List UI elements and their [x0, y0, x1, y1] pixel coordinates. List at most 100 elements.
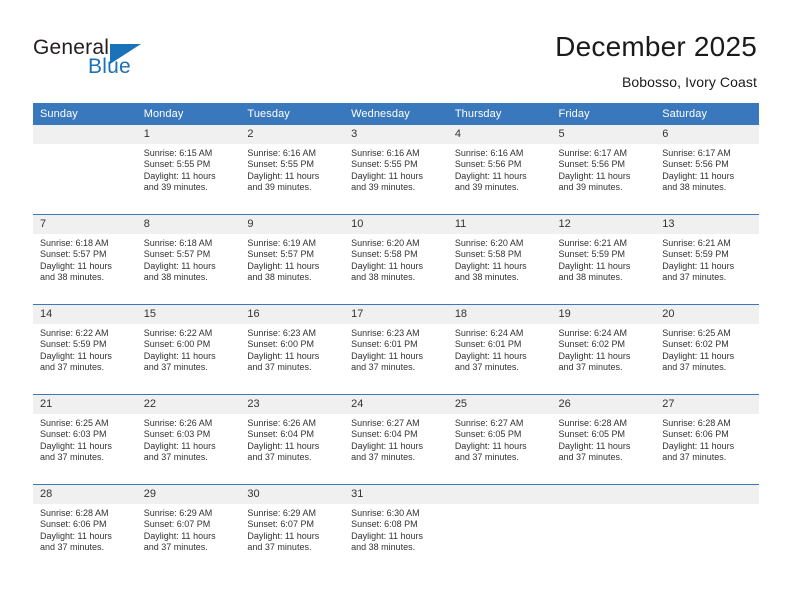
calendar-day-cell[interactable]: 12 Sunrise: 6:21 AM Sunset: 5:59 PM Dayligh…: [551, 214, 656, 305]
calendar-day-cell[interactable]: 20 Sunrise: 6:25 AM Sunset: 6:02 PM Dayligh…: [655, 304, 759, 395]
calendar-day-cell[interactable]: 18 Sunrise: 6:24 AM Sunset: 6:01 PM Dayligh…: [447, 304, 552, 395]
day-detail-line: Sunrise: 6:23 AM: [351, 328, 420, 338]
calendar-week-row: 21 Sunrise: 6:25 AM Sunset: 6:03 PM Dayligh…: [33, 394, 759, 485]
day-number: 11: [447, 215, 552, 234]
calendar-day-cell[interactable]: 22 Sunrise: 6:26 AM Sunset: 6:03 PM Dayligh…: [136, 394, 241, 485]
day-detail-line: and 37 minutes.: [247, 452, 312, 463]
general-blue-logo[interactable]: General Blue: [33, 36, 183, 84]
day-details: Sunrise: 6:27 AM Sunset: 6:04 PM Daylight:…: [344, 414, 448, 464]
day-detail-line: Sunset: 6:05 PM: [454, 429, 522, 440]
calendar-day-cell[interactable]: 16 Sunrise: 6:23 AM Sunset: 6:00 PM Dayligh…: [240, 304, 345, 395]
day-detail-line: Daylight: 11 hours: [143, 170, 216, 181]
day-number: 19: [551, 305, 656, 324]
day-number: [551, 485, 656, 504]
day-details: Sunrise: 6:20 AM Sunset: 5:58 PM Daylight:…: [344, 234, 448, 284]
day-detail-line: Sunrise: 6:22 AM: [143, 328, 213, 338]
page-title: December 2025: [555, 31, 757, 62]
day-detail-line: and 37 minutes.: [351, 452, 416, 463]
calendar-day-cell[interactable]: 26 Sunrise: 6:28 AM Sunset: 6:05 PM Dayligh…: [551, 394, 656, 485]
day-detail-line: and 37 minutes.: [662, 362, 727, 373]
day-details: Sunrise: 6:23 AM Sunset: 6:00 PM Daylight:…: [240, 324, 344, 374]
day-detail-line: Daylight: 11 hours: [40, 350, 112, 361]
day-detail-line: and 39 minutes.: [558, 182, 623, 193]
day-detail-line: Sunset: 6:05 PM: [558, 429, 626, 440]
weekday-header-tuesday: Tuesday: [240, 103, 345, 125]
day-detail-line: Daylight: 11 hours: [662, 440, 735, 451]
day-number: [33, 125, 137, 144]
calendar-day-cell[interactable]: 13 Sunrise: 6:21 AM Sunset: 5:59 PM Dayligh…: [655, 214, 759, 305]
day-detail-line: and 38 minutes.: [351, 542, 416, 553]
page-subtitle: Bobosso, Ivory Coast: [621, 74, 757, 90]
day-detail-line: Sunrise: 6:21 AM: [662, 238, 731, 248]
day-detail-line: Sunset: 5:59 PM: [662, 249, 729, 260]
calendar-day-cell[interactable]: 4 Sunrise: 6:16 AM Sunset: 5:56 PM Daylight…: [447, 125, 552, 215]
day-detail-line: Daylight: 11 hours: [247, 260, 320, 271]
day-detail-line: Sunset: 5:55 PM: [143, 159, 211, 170]
day-number: [655, 485, 759, 504]
calendar-day-cell[interactable]: 1 Sunrise: 6:15 AM Sunset: 5:55 PM Daylight…: [136, 125, 241, 215]
weekday-header-friday: Friday: [551, 103, 656, 125]
day-detail-line: and 37 minutes.: [40, 452, 105, 463]
calendar-day-cell[interactable]: 23 Sunrise: 6:26 AM Sunset: 6:04 PM Dayligh…: [240, 394, 345, 485]
calendar-day-cell[interactable]: 7 Sunrise: 6:18 AM Sunset: 5:57 PM Daylight…: [33, 214, 137, 305]
day-detail-line: Daylight: 11 hours: [143, 530, 216, 541]
day-details: Sunrise: 6:18 AM Sunset: 5:57 PM Daylight:…: [33, 234, 137, 284]
calendar-day-cell[interactable]: 28 Sunrise: 6:28 AM Sunset: 6:06 PM Dayligh…: [33, 484, 137, 574]
day-details: Sunrise: 6:24 AM Sunset: 6:02 PM Daylight:…: [552, 324, 656, 374]
day-details: Sunrise: 6:25 AM Sunset: 6:02 PM Daylight:…: [655, 324, 759, 374]
day-number: 2: [240, 125, 345, 144]
day-detail-line: Sunrise: 6:25 AM: [40, 418, 109, 428]
day-detail-line: Sunset: 6:06 PM: [662, 429, 729, 440]
day-details: Sunrise: 6:29 AM Sunset: 6:07 PM Daylight:…: [240, 504, 344, 554]
calendar-day-cell[interactable]: 2 Sunrise: 6:16 AM Sunset: 5:55 PM Daylight…: [240, 125, 345, 215]
day-detail-line: and 38 minutes.: [40, 272, 105, 283]
calendar-day-cell[interactable]: 19 Sunrise: 6:24 AM Sunset: 6:02 PM Dayligh…: [551, 304, 656, 395]
day-detail-line: Sunrise: 6:27 AM: [351, 418, 420, 428]
calendar-day-cell[interactable]: 21 Sunrise: 6:25 AM Sunset: 6:03 PM Dayligh…: [33, 394, 137, 485]
day-detail-line: Sunrise: 6:28 AM: [40, 508, 109, 518]
day-number: 23: [240, 395, 345, 414]
day-detail-line: Sunset: 6:08 PM: [351, 519, 418, 530]
day-number: 22: [136, 395, 241, 414]
weekday-header-saturday: Saturday: [655, 103, 759, 125]
day-details: Sunrise: 6:26 AM Sunset: 6:03 PM Daylight:…: [137, 414, 241, 464]
calendar-day-cell[interactable]: 10 Sunrise: 6:20 AM Sunset: 5:58 PM Dayligh…: [344, 214, 448, 305]
day-detail-line: and 39 minutes.: [454, 182, 519, 193]
day-detail-line: Daylight: 11 hours: [351, 350, 423, 361]
day-number: [447, 485, 552, 504]
calendar-day-cell[interactable]: 9 Sunrise: 6:19 AM Sunset: 5:57 PM Daylight…: [240, 214, 345, 305]
day-number: 30: [240, 485, 345, 504]
calendar-day-cell[interactable]: 31 Sunrise: 6:30 AM Sunset: 6:08 PM Dayligh…: [344, 484, 448, 574]
day-detail-line: Daylight: 11 hours: [662, 170, 735, 181]
day-details: Sunrise: 6:16 AM Sunset: 5:55 PM Daylight:…: [240, 144, 344, 194]
calendar-day-cell[interactable]: 29 Sunrise: 6:29 AM Sunset: 6:07 PM Dayligh…: [136, 484, 241, 574]
weekday-header-wednesday: Wednesday: [344, 103, 448, 125]
calendar-day-cell[interactable]: 27 Sunrise: 6:28 AM Sunset: 6:06 PM Dayligh…: [655, 394, 759, 485]
day-detail-line: and 39 minutes.: [247, 182, 312, 193]
day-details: Sunrise: 6:16 AM Sunset: 5:55 PM Daylight:…: [344, 144, 448, 194]
day-details: Sunrise: 6:22 AM Sunset: 6:00 PM Daylight:…: [137, 324, 241, 374]
day-number: 18: [447, 305, 552, 324]
calendar-day-cell[interactable]: 3 Sunrise: 6:16 AM Sunset: 5:55 PM Daylight…: [344, 125, 448, 215]
day-detail-line: and 39 minutes.: [351, 182, 416, 193]
calendar-day-cell[interactable]: 30 Sunrise: 6:29 AM Sunset: 6:07 PM Dayligh…: [240, 484, 345, 574]
day-detail-line: Sunset: 6:01 PM: [454, 339, 522, 350]
day-details: Sunrise: 6:25 AM Sunset: 6:03 PM Daylight:…: [33, 414, 137, 464]
calendar-day-cell[interactable]: 8 Sunrise: 6:18 AM Sunset: 5:57 PM Daylight…: [136, 214, 241, 305]
day-detail-line: Sunset: 6:07 PM: [143, 519, 211, 530]
calendar-day-cell[interactable]: 15 Sunrise: 6:22 AM Sunset: 6:00 PM Dayligh…: [136, 304, 241, 395]
day-detail-line: Sunrise: 6:29 AM: [247, 508, 316, 518]
day-details: Sunrise: 6:17 AM Sunset: 5:56 PM Daylight:…: [655, 144, 759, 194]
calendar-day-cell[interactable]: 14 Sunrise: 6:22 AM Sunset: 5:59 PM Dayligh…: [33, 304, 137, 395]
calendar-day-cell[interactable]: 24 Sunrise: 6:27 AM Sunset: 6:04 PM Dayligh…: [344, 394, 448, 485]
day-number: 14: [33, 305, 137, 324]
day-detail-line: Sunrise: 6:27 AM: [454, 418, 524, 428]
calendar-day-cell[interactable]: 25 Sunrise: 6:27 AM Sunset: 6:05 PM Dayligh…: [447, 394, 552, 485]
day-detail-line: Daylight: 11 hours: [351, 440, 423, 451]
calendar-day-cell[interactable]: 6 Sunrise: 6:17 AM Sunset: 5:56 PM Daylight…: [655, 125, 759, 215]
calendar-day-cell[interactable]: 5 Sunrise: 6:17 AM Sunset: 5:56 PM Daylight…: [551, 125, 656, 215]
day-number: 3: [344, 125, 448, 144]
calendar-day-cell[interactable]: 17 Sunrise: 6:23 AM Sunset: 6:01 PM Dayligh…: [344, 304, 448, 395]
calendar-day-cell[interactable]: 11 Sunrise: 6:20 AM Sunset: 5:58 PM Dayligh…: [447, 214, 552, 305]
day-detail-line: Daylight: 11 hours: [454, 260, 527, 271]
